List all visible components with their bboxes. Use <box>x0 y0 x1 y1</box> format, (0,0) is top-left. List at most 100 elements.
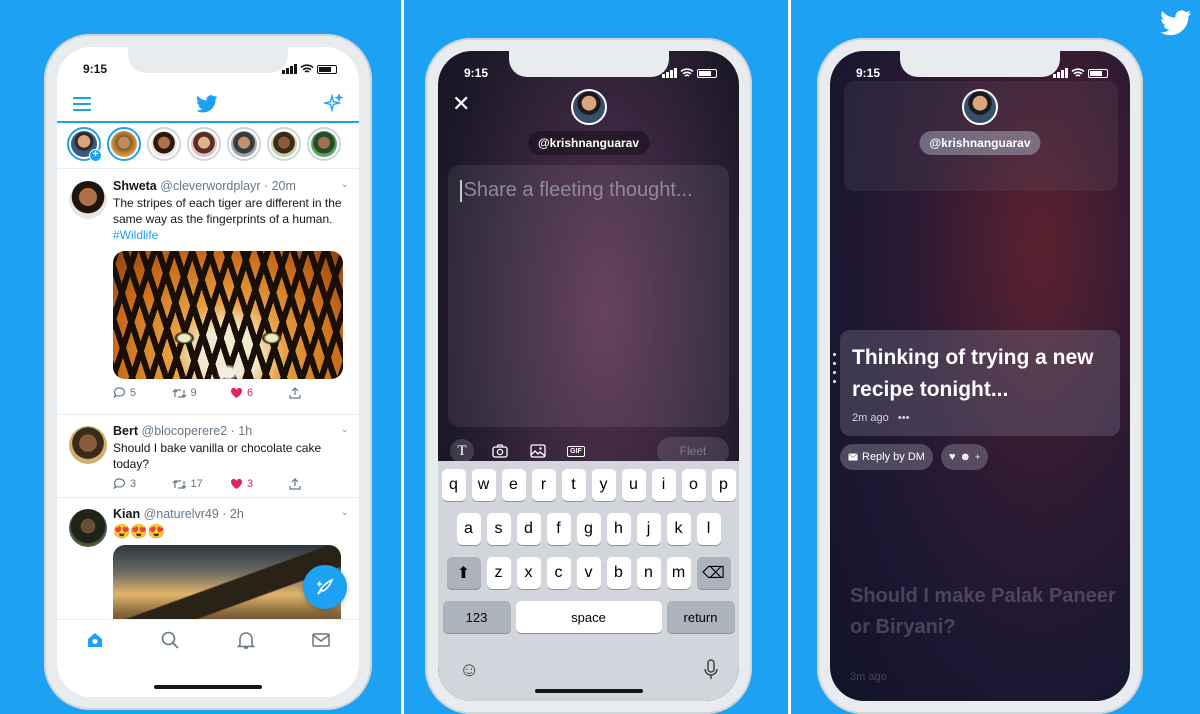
chevron-down-icon[interactable]: ⌄ <box>341 507 349 518</box>
fleet-card[interactable]: Thinking of trying a new recipe tonight.… <box>840 330 1120 436</box>
compose-screen: 9:15 ✕ @krishnanguarav Share a fleeting … <box>438 51 739 701</box>
user-handle[interactable]: @krishnanguarav <box>919 131 1041 155</box>
status-time: 9:15 <box>464 66 489 80</box>
reply-button[interactable]: 5 <box>113 387 172 399</box>
tweet-author-name: Kian <box>113 507 141 521</box>
twitter-bird-icon[interactable] <box>196 95 218 113</box>
key[interactable]: z <box>486 557 511 589</box>
keyboard-row-3: ⬆ z x c v b n m ⌫ <box>441 557 736 589</box>
close-icon[interactable]: ✕ <box>452 93 470 115</box>
share-icon <box>288 387 301 399</box>
tweet-image[interactable] <box>113 251 343 379</box>
menu-icon[interactable] <box>73 97 91 111</box>
fleet-avatar[interactable] <box>147 127 181 161</box>
home-icon[interactable] <box>85 630 105 650</box>
notifications-bell-icon[interactable] <box>236 630 256 650</box>
tweet-item[interactable]: ⌄ Bert @blocoperere2 · 1h Should I bake … <box>57 416 359 498</box>
more-options-icon[interactable]: ••• <box>898 412 910 424</box>
key[interactable]: b <box>606 557 631 589</box>
status-time: 9:15 <box>856 66 881 80</box>
numbers-key[interactable]: 123 <box>442 601 511 633</box>
key[interactable]: n <box>636 557 661 589</box>
retweet-icon <box>172 388 186 398</box>
key[interactable]: f <box>546 513 571 545</box>
next-fleet-time: 3m ago <box>850 671 887 683</box>
key[interactable]: k <box>666 513 691 545</box>
add-fleet-icon[interactable]: + <box>89 149 102 162</box>
fleet-avatar[interactable] <box>107 127 141 161</box>
wifi-icon <box>680 68 694 77</box>
key[interactable]: i <box>651 469 676 501</box>
key[interactable]: c <box>546 557 571 589</box>
backspace-key[interactable]: ⌫ <box>696 557 731 589</box>
share-button[interactable] <box>288 387 348 399</box>
key[interactable]: l <box>696 513 721 545</box>
like-count: 6 <box>247 387 254 399</box>
fleet-compose-area[interactable]: Share a fleeting thought... <box>448 165 729 427</box>
key[interactable]: t <box>561 469 586 501</box>
key[interactable]: h <box>606 513 631 545</box>
emoji-icon[interactable]: ☺ <box>459 659 479 682</box>
key[interactable]: s <box>486 513 511 545</box>
share-button[interactable] <box>288 478 348 490</box>
avatar[interactable] <box>69 509 107 547</box>
reaction-button[interactable]: ♥ ☻ + <box>940 444 989 470</box>
messages-envelope-icon[interactable] <box>311 630 331 650</box>
reply-button[interactable]: 3 <box>113 478 172 490</box>
key[interactable]: m <box>666 557 691 589</box>
tweet-time: 2h <box>229 507 244 521</box>
avatar[interactable] <box>69 426 107 464</box>
reply-by-dm-button[interactable]: Reply by DM <box>840 444 933 470</box>
microphone-icon[interactable] <box>704 659 718 681</box>
fleet-meta: 2m ago ••• <box>852 412 1108 424</box>
space-key[interactable]: space <box>515 601 662 633</box>
fleet-avatar[interactable] <box>227 127 261 161</box>
key[interactable]: q <box>441 469 466 501</box>
battery-icon <box>1088 68 1108 78</box>
gif-icon[interactable]: GIF <box>564 439 588 463</box>
chevron-down-icon[interactable]: ⌄ <box>341 424 349 435</box>
retweet-count: 17 <box>190 478 203 490</box>
key[interactable]: r <box>531 469 556 501</box>
fleet-avatar[interactable] <box>267 127 301 161</box>
sparkle-icon[interactable] <box>323 94 343 114</box>
key[interactable]: j <box>636 513 661 545</box>
fleet-text-input-placeholder[interactable]: Share a fleeting thought... <box>464 179 693 201</box>
text-style-icon[interactable]: T <box>450 439 474 463</box>
key[interactable]: x <box>516 557 541 589</box>
key[interactable]: g <box>576 513 601 545</box>
user-handle: @krishnanguarav <box>527 131 650 155</box>
camera-icon[interactable] <box>488 439 512 463</box>
compose-fleet-panel: 9:15 ✕ @krishnanguarav Share a fleeting … <box>404 0 788 714</box>
fleet-avatar[interactable] <box>307 127 341 161</box>
fleet-time: 2m ago <box>852 412 889 424</box>
like-button[interactable]: 6 <box>230 387 289 399</box>
my-fleet-avatar[interactable]: + <box>67 127 102 162</box>
key[interactable]: o <box>681 469 706 501</box>
tweet-handle: @blocoperere2 <box>141 424 228 438</box>
search-icon[interactable] <box>160 630 180 650</box>
retweet-button[interactable]: 9 <box>172 387 231 399</box>
avatar[interactable] <box>962 89 998 125</box>
avatar[interactable] <box>69 181 107 219</box>
compose-tweet-button[interactable] <box>303 565 347 609</box>
avatar <box>570 89 607 125</box>
hashtag-link[interactable]: #Wildlife <box>113 227 347 243</box>
return-key[interactable]: return <box>666 601 735 633</box>
status-time: 9:15 <box>83 62 108 76</box>
key[interactable]: v <box>576 557 601 589</box>
key[interactable]: u <box>621 469 646 501</box>
chevron-down-icon[interactable]: ⌄ <box>341 179 349 190</box>
key[interactable]: a <box>456 513 481 545</box>
key[interactable]: y <box>591 469 616 501</box>
fleet-avatar[interactable] <box>187 127 221 161</box>
key[interactable]: p <box>711 469 736 501</box>
shift-key[interactable]: ⬆ <box>446 557 481 589</box>
key[interactable]: d <box>516 513 541 545</box>
like-button[interactable]: 3 <box>230 478 289 490</box>
retweet-button[interactable]: 17 <box>172 478 231 490</box>
tweet-item[interactable]: ⌄ Shweta @cleverwordplayr · 20m The stri… <box>57 171 359 415</box>
key[interactable]: w <box>471 469 496 501</box>
key[interactable]: e <box>501 469 526 501</box>
image-gallery-icon[interactable] <box>526 439 550 463</box>
